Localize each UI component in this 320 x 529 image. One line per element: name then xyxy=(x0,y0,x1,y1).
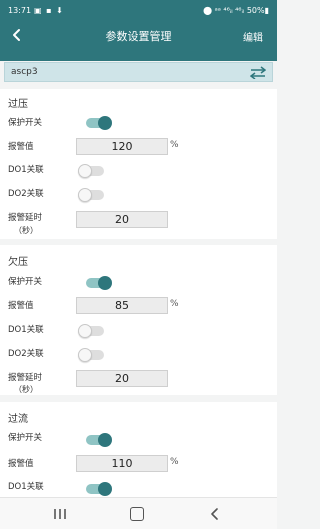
protect-switch-toggle[interactable] xyxy=(86,433,112,447)
alarm-delay-unit: （秒） xyxy=(14,226,38,235)
do2-toggle[interactable] xyxy=(78,348,104,362)
device-selector[interactable]: ascp3 xyxy=(4,62,273,82)
section-undervoltage: 欠压 保护开关 报警值 85 % DO1关联 DO2关联 报警延时 （秒） 20 xyxy=(0,245,277,395)
section-title: 欠压 xyxy=(8,257,28,268)
alarm-unit: % xyxy=(170,140,179,150)
do1-toggle[interactable] xyxy=(78,324,104,338)
notification-icons: ▣ ▪ ⬇ xyxy=(34,6,64,15)
do2-toggle[interactable] xyxy=(78,188,104,202)
recent-apps-icon[interactable] xyxy=(52,508,68,520)
alarm-delay-unit: （秒） xyxy=(14,385,38,394)
section-title: 过压 xyxy=(8,99,28,110)
do2-label: DO2关联 xyxy=(8,349,44,359)
page-title: 参数设置管理 xyxy=(105,30,172,43)
alarm-delay-input[interactable]: 20 xyxy=(76,211,168,228)
status-bar: 13:71 ▣ ▪ ⬇ ⬤ ᵃᵃ ⁴⁶ᵢₗ ⁴⁶ᵢₗ 50%▮ xyxy=(0,0,277,20)
alarm-value-input[interactable]: 110 xyxy=(76,455,168,472)
alarm-value-label: 报警值 xyxy=(8,142,34,152)
back-triangle-icon[interactable] xyxy=(208,507,222,521)
protect-switch-label: 保护开关 xyxy=(8,118,43,128)
do1-label: DO1关联 xyxy=(8,325,44,335)
device-name: ascp3 xyxy=(11,67,38,77)
edit-button[interactable]: 编辑 xyxy=(243,29,263,44)
home-icon[interactable] xyxy=(130,507,144,521)
protect-switch-toggle[interactable] xyxy=(86,276,112,290)
swap-arrows-icon[interactable] xyxy=(250,66,266,79)
alarm-value-label: 报警值 xyxy=(8,301,34,311)
alarm-delay-input[interactable]: 20 xyxy=(76,370,168,387)
section-overvoltage: 过压 保护开关 报警值 120 % DO1关联 DO2关联 报警延时 （秒） 2… xyxy=(0,89,277,239)
do2-label: DO2关联 xyxy=(8,189,44,199)
do1-label: DO1关联 xyxy=(8,482,44,492)
system-status-icons: ⬤ ᵃᵃ ⁴⁶ᵢₗ ⁴⁶ᵢₗ 50%▮ xyxy=(203,6,269,15)
protect-switch-toggle[interactable] xyxy=(86,116,112,130)
alarm-unit: % xyxy=(170,299,179,309)
section-title: 过流 xyxy=(8,414,28,425)
alarm-value-input[interactable]: 120 xyxy=(76,138,168,155)
do1-toggle[interactable] xyxy=(86,482,112,496)
app-header: 13:71 ▣ ▪ ⬇ ⬤ ᵃᵃ ⁴⁶ᵢₗ ⁴⁶ᵢₗ 50%▮ 参数设置管理 编… xyxy=(0,0,277,61)
protect-switch-label: 保护开关 xyxy=(8,433,43,443)
section-overcurrent: 过流 保护开关 报警值 110 % DO1关联 xyxy=(0,402,277,497)
settings-list[interactable]: 过压 保护开关 报警值 120 % DO1关联 DO2关联 报警延时 （秒） 2… xyxy=(0,89,277,497)
alarm-delay-label: 报警延时 xyxy=(8,373,43,383)
protect-switch-label: 保护开关 xyxy=(8,277,43,287)
status-time: 13:71 xyxy=(8,6,32,15)
alarm-value-input[interactable]: 85 xyxy=(76,297,168,314)
alarm-value-label: 报警值 xyxy=(8,459,34,469)
system-nav-bar xyxy=(0,497,277,529)
do1-label: DO1关联 xyxy=(8,165,44,175)
alarm-delay-label: 报警延时 xyxy=(8,213,43,223)
do1-toggle[interactable] xyxy=(78,164,104,178)
alarm-unit: % xyxy=(170,457,179,467)
